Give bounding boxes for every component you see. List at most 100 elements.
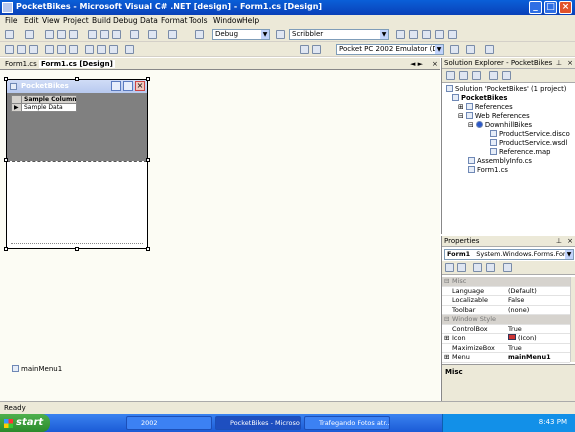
property-pages-icon[interactable] [503,263,512,272]
title-bar[interactable]: PocketBikes - Microsoft Visual C# .NET [… [0,0,575,15]
resize-handle[interactable] [75,77,79,81]
find-combo[interactable]: Scribbler ▼ [289,29,389,40]
open-icon[interactable] [45,30,54,39]
property-row[interactable]: ⊞ Menu mainMenu1 [442,353,570,363]
properties-icon[interactable] [409,30,418,39]
property-row[interactable]: ControlBox True [442,325,570,334]
size-to-grid-icon[interactable] [125,45,134,54]
object-selector[interactable]: Form1 System.Windows.Forms.Form ▼ [444,249,574,260]
view-designer-icon[interactable] [459,71,468,80]
categorized-icon[interactable] [445,263,454,272]
show-all-files-icon[interactable] [489,71,498,80]
new-project-icon[interactable] [5,30,14,39]
alphabetical-icon[interactable] [457,263,466,272]
solution-config-select[interactable]: Debug ▼ [212,29,270,40]
menu-data[interactable]: Data [140,16,158,25]
clock[interactable]: 8:43 PM [539,418,567,426]
deploy-icon[interactable] [466,45,475,54]
menu-format[interactable]: Format [161,16,187,25]
align-bottoms-icon[interactable] [69,45,78,54]
category-row[interactable]: ⊟ Misc [442,277,570,287]
toolbox-icon[interactable] [422,30,431,39]
make-same-height-icon[interactable] [97,45,106,54]
send-to-back-icon[interactable] [312,45,321,54]
redo-icon[interactable] [148,30,157,39]
menu-edit[interactable]: Edit [24,16,39,25]
resize-handle[interactable] [75,247,79,251]
align-rights-icon[interactable] [29,45,38,54]
tab-scroll-icon[interactable]: ◄ ► [410,60,423,68]
target-device-select[interactable]: Pocket PC 2002 Emulator (Default)▼ [336,44,444,55]
resize-handle[interactable] [4,247,8,251]
properties-scrollbar[interactable] [570,277,575,362]
properties-view-icon[interactable] [473,263,482,272]
tree-web-references[interactable]: ⊟ Web References [458,112,530,120]
grid-cell[interactable]: Sample Data [21,103,77,112]
tree-references[interactable]: ⊞ References [458,103,513,111]
taskbar-item-browser[interactable]: Trafegando Fotos atr... [304,416,390,430]
tree-wsdl-file[interactable]: ProductService.wsdl [490,139,567,147]
pin-icon[interactable]: ⊥ [556,58,562,69]
menu-tools[interactable]: Tools [189,16,207,25]
undo-icon[interactable] [130,30,139,39]
taskbar-item-folder[interactable]: 2002 [126,416,212,430]
resize-handle[interactable] [146,247,150,251]
bring-to-front-icon[interactable] [300,45,309,54]
dynamic-help-icon[interactable] [448,30,457,39]
tree-assemblyinfo[interactable]: AssemblyInfo.cs [468,157,532,165]
resize-handle[interactable] [146,77,150,81]
align-middles-icon[interactable] [57,45,66,54]
resize-handle[interactable] [4,77,8,81]
paste-icon[interactable] [112,30,121,39]
menu-build[interactable]: Build [92,16,111,25]
tree-downhillbikes[interactable]: ⊟ DownhillBikes [468,121,532,129]
solution-explorer-icon[interactable] [396,30,405,39]
make-same-size-icon[interactable] [109,45,118,54]
cut-icon[interactable] [88,30,97,39]
align-tops-icon[interactable] [45,45,54,54]
tree-project[interactable]: PocketBikes [452,94,507,102]
device-options-icon[interactable] [485,45,494,54]
refresh-icon[interactable] [472,71,481,80]
property-row[interactable]: Localizable False [442,296,570,306]
menu-window[interactable]: Window [213,16,243,25]
make-same-width-icon[interactable] [85,45,94,54]
align-centers-icon[interactable] [17,45,26,54]
tree-map-file[interactable]: Reference.map [490,148,551,156]
maximize-button[interactable]: □ [544,1,557,14]
property-row[interactable]: MaximizeBox True [442,344,570,353]
close-button[interactable]: × [559,1,572,14]
resize-handle[interactable] [4,158,8,162]
pin-icon[interactable]: ⊥ [556,236,562,247]
menu-file[interactable]: File [5,16,18,25]
component-tray-item[interactable]: mainMenu1 [12,365,62,373]
class-view-icon[interactable] [435,30,444,39]
menu-view[interactable]: View [42,16,60,25]
tree-form1[interactable]: Form1.cs [468,166,508,174]
add-item-icon[interactable] [25,30,34,39]
find-icon[interactable] [276,30,285,39]
resize-handle[interactable] [146,158,150,162]
start-button[interactable]: start [0,414,50,432]
view-code-icon[interactable] [446,71,455,80]
properties-icon[interactable] [502,71,511,80]
tree-solution[interactable]: Solution 'PocketBikes' (1 project) [446,85,566,93]
save-icon[interactable] [57,30,66,39]
menu-help[interactable]: Help [242,16,259,25]
align-lefts-icon[interactable] [5,45,14,54]
property-row[interactable]: Toolbar (none) [442,306,570,315]
close-pane-icon[interactable]: × [567,58,573,69]
start-icon[interactable] [195,30,204,39]
events-icon[interactable] [486,263,495,272]
menu-debug[interactable]: Debug [113,16,138,25]
tab-form1-design[interactable]: Form1.cs [Design] [39,60,115,68]
copy-icon[interactable] [100,30,109,39]
minimize-button[interactable]: _ [529,1,542,14]
taskbar-item-vs[interactable]: PocketBikes - Microso... [215,416,301,430]
tab-form1-code[interactable]: Form1.cs [5,60,37,68]
connect-device-icon[interactable] [450,45,459,54]
menu-project[interactable]: Project [63,16,89,25]
property-row[interactable]: ⊞ Icon (Icon) [442,334,570,344]
close-doc-icon[interactable]: × [432,60,438,68]
property-row[interactable]: Language (Default) [442,287,570,296]
